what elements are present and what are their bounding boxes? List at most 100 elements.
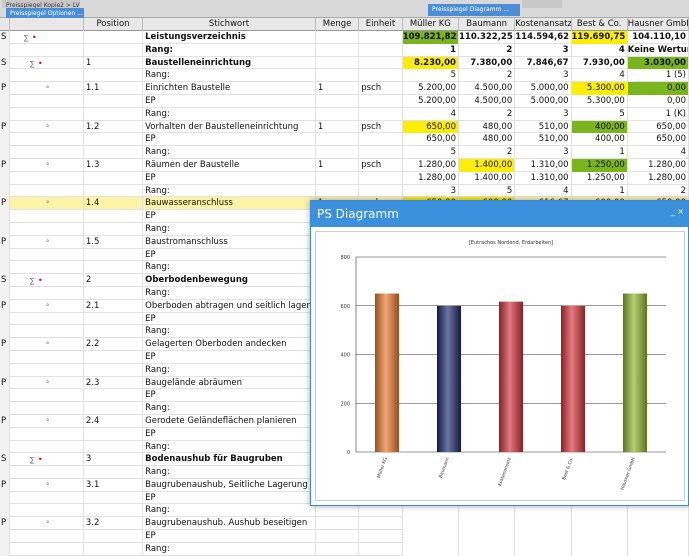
value-cell: 1.310,00: [515, 171, 572, 185]
table-row[interactable]: P ° 1.1 Einrichten Baustelle 1 psch 5.200,00 4.…: [0, 82, 689, 95]
bar-shade: [499, 301, 523, 452]
stichwort-cell: EP: [143, 427, 316, 441]
menge-cell: [316, 517, 360, 531]
position-cell: [84, 402, 144, 415]
stichwort-cell: Rang:: [143, 504, 316, 518]
position-icon: °: [45, 417, 50, 426]
table-row[interactable]: S ∑ • Leistungsverzeichnis 109.821,82 110.322…: [0, 31, 689, 44]
value-cell: [515, 530, 572, 543]
table-row[interactable]: P ° 1.3 Räumen der Baustelle 1 psch 1.280,00 1.…: [0, 158, 689, 172]
row-icon-cell: ∑ •: [10, 274, 84, 287]
table-row[interactable]: Rang:: [0, 542, 689, 556]
stichwort-cell: Rang:: [143, 363, 316, 377]
value-cell: 1: [572, 184, 628, 198]
menge-cell: [316, 184, 360, 198]
table-row[interactable]: Rang: 5 2 3 1 4: [0, 146, 689, 159]
row-type: P: [0, 478, 10, 492]
value-cell: 650,00: [628, 120, 689, 134]
value-cell: 1.280,00: [403, 171, 459, 185]
position-cell: 1.1: [84, 82, 144, 95]
stichwort-cell: Rang:: [143, 184, 316, 198]
position-cell: [84, 286, 144, 300]
row-type: P: [0, 120, 10, 134]
row-type: [0, 440, 10, 454]
value-cell: [627, 530, 689, 543]
row-icon-cell: [10, 466, 84, 479]
row-type: [0, 69, 10, 83]
table-row[interactable]: P ° 3.2 Baugrubenaushub. Aushub beseitigen: [0, 517, 689, 531]
einheit-cell: [359, 69, 403, 83]
tab-extra[interactable]: [522, 0, 562, 8]
stichwort-cell: Rang:: [143, 43, 316, 57]
value-cell: 4.500,00: [459, 94, 516, 108]
window-controls[interactable]: _ ×: [671, 207, 684, 216]
table-row[interactable]: EP 1.280,00 1.400,00 1.310,00 1.250,00 1.280,…: [0, 171, 689, 185]
column-header[interactable]: Hausner GmbH: [628, 18, 689, 31]
window-title[interactable]: PS Diagramm: [311, 201, 688, 227]
value-cell: [458, 542, 516, 556]
column-header[interactable]: Kostenansatz: [515, 18, 572, 31]
row-type: [0, 94, 10, 108]
column-header[interactable]: Menge: [316, 18, 360, 31]
tab-preisspiegel[interactable]: Preisspiegel Kopie2 > LV Eutrachos Norde…: [2, 0, 80, 8]
position-cell: [84, 107, 144, 121]
stichwort-cell: Räumen der Baustelle: [143, 158, 316, 172]
row-type: P: [0, 299, 10, 313]
stichwort-cell: Gerodete Geländeflächen planieren: [143, 414, 316, 428]
marker-icon: •: [31, 33, 37, 42]
position-cell: 1: [84, 56, 144, 70]
value-cell: 2: [459, 146, 516, 159]
value-cell: 5: [403, 69, 459, 83]
menge-cell: [316, 69, 360, 83]
einheit-cell: [359, 56, 403, 70]
value-cell: 1.280,00: [628, 158, 689, 172]
value-cell: 1.250,00: [571, 158, 628, 172]
position-icon: °: [45, 520, 50, 529]
stichwort-cell: Einrichten Baustelle: [143, 82, 316, 95]
table-row[interactable]: P ° 1.2 Vorhalten der Baustelleneinrichtung…: [0, 120, 689, 134]
column-header[interactable]: Einheit: [359, 18, 403, 31]
row-icon-cell: °: [10, 414, 84, 428]
row-type: [0, 133, 10, 147]
position-cell: [84, 491, 144, 505]
value-cell: [515, 504, 572, 518]
column-header[interactable]: Stichwort: [143, 18, 316, 31]
column-header[interactable]: Position: [84, 18, 144, 31]
stichwort-cell: Oberbodenbewegung: [143, 274, 316, 287]
position-cell: [84, 440, 144, 454]
column-header[interactable]: Best & Co.: [572, 18, 628, 31]
row-icon-cell: °: [10, 478, 84, 492]
table-row[interactable]: S ∑ • 1 Baustelleneinrichtung 8.230,00 7.380,0…: [0, 56, 689, 70]
value-cell: 650,00: [403, 133, 459, 147]
table-row[interactable]: Rang: 5 2 3 4 1 (5): [0, 69, 689, 83]
table-row[interactable]: EP 5.200,00 4.500,00 5.000,00 5.300,00 0,00: [0, 94, 689, 108]
menge-cell: [316, 31, 360, 44]
column-header[interactable]: Baumann: [459, 18, 516, 31]
bar-shade: [437, 305, 461, 452]
table-row[interactable]: Rang: 4 2 3 5 1 (K): [0, 107, 689, 121]
table-row[interactable]: EP: [0, 530, 689, 543]
table-row[interactable]: Rang: 3 5 4 1 2: [0, 184, 689, 198]
einheit-cell: [359, 517, 403, 531]
row-icon-cell: °: [10, 517, 84, 531]
value-cell: [402, 542, 459, 556]
position-icon: °: [45, 341, 50, 350]
table-row[interactable]: EP 650,00 480,00 510,00 400,00 650,00: [0, 133, 689, 147]
position-cell: [84, 210, 144, 223]
tab-optionen[interactable]: Preisspiegel Optionen ...: [6, 8, 84, 18]
value-cell: 4.500,00: [459, 82, 516, 95]
value-cell: 5.000,00: [515, 82, 572, 95]
stichwort-cell: Rang:: [143, 402, 316, 415]
marker-icon: •: [37, 276, 43, 286]
column-header[interactable]: Müller KG: [403, 18, 459, 31]
stichwort-cell: EP: [143, 350, 316, 364]
menge-cell: [316, 107, 360, 121]
ps-diagramm-window[interactable]: PS Diagramm _ × [Eutrachos Nordend, Erda…: [310, 200, 689, 506]
row-type: [0, 210, 10, 223]
value-cell: 5.200,00: [403, 82, 459, 95]
value-cell: 5.000,00: [515, 94, 572, 108]
table-row[interactable]: Rang:: [0, 504, 689, 518]
table-row[interactable]: Rang: 1234Keine Wertung: [0, 43, 689, 57]
value-cell: [458, 504, 516, 518]
tab-diagramm[interactable]: Preisspiegel Diagramm ...: [428, 4, 520, 16]
